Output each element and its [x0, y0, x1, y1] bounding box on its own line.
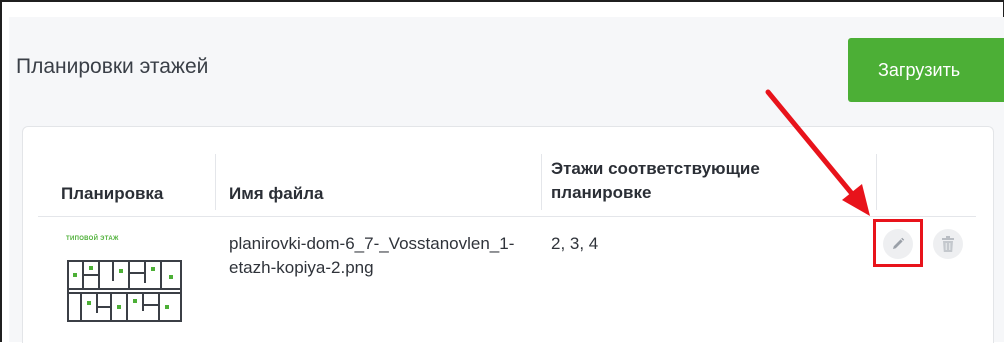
upload-button[interactable]: Загрузить — [848, 38, 1004, 102]
column-separator — [541, 154, 542, 210]
pencil-icon — [893, 237, 905, 249]
edit-button[interactable] — [883, 229, 913, 259]
column-separator — [876, 154, 877, 210]
floor-plan-thumbnail[interactable]: ТИПОВОЙ ЭТАЖ — [61, 233, 188, 327]
header-divider — [38, 216, 976, 217]
floor-plan-drawing — [67, 260, 182, 322]
column-separator — [215, 154, 216, 210]
floors-cell: 2, 3, 4 — [551, 234, 599, 253]
file-name-cell: planirovki-dom-6_7-_Vosstanovlen_1-etazh… — [229, 234, 515, 277]
page-title: Планировки этажей — [16, 55, 209, 78]
trash-icon — [942, 236, 954, 252]
column-header-file-name: Имя файла — [229, 184, 324, 203]
column-header-plan: Планировка — [61, 184, 164, 203]
column-header-floors: Этажи соответствующие планировке — [551, 159, 760, 202]
delete-button[interactable] — [933, 229, 963, 259]
